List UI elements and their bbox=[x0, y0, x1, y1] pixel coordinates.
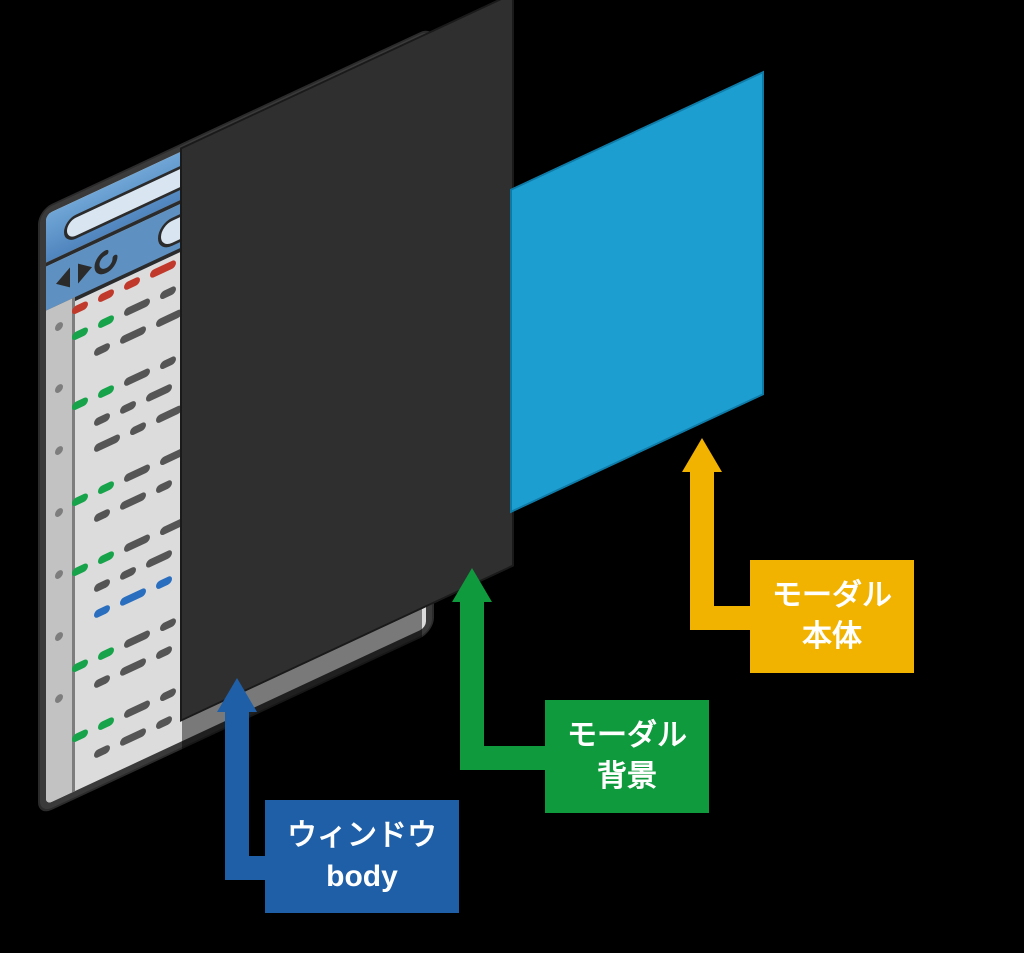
label-text: body bbox=[326, 860, 398, 893]
label-text: 背景 bbox=[597, 760, 657, 793]
label-text: 本体 bbox=[802, 620, 862, 653]
label-modal-body: モーダル 本体 bbox=[750, 560, 914, 673]
label-modal-backdrop: モーダル 背景 bbox=[545, 700, 709, 813]
label-window-body: ウィンドウ body bbox=[265, 800, 459, 913]
arrow-head-icon bbox=[682, 438, 722, 472]
code-gutter bbox=[46, 297, 75, 805]
layer-modal-body bbox=[510, 71, 764, 513]
diagram-stage: モーダル 本体 モーダル 背景 ウィンドウ body bbox=[0, 0, 1024, 953]
label-text: モーダル bbox=[567, 719, 687, 752]
arrow-head-icon bbox=[452, 568, 492, 602]
label-text: モーダル bbox=[772, 579, 892, 612]
label-text: ウィンドウ bbox=[287, 819, 437, 852]
arrow-head-icon bbox=[217, 678, 257, 712]
